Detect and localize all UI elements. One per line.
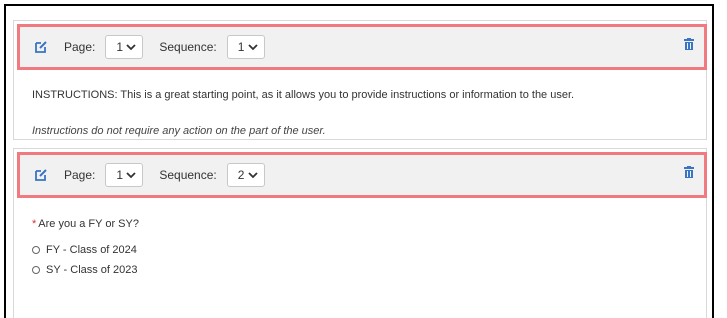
block-toolbar: Page: 1 Sequence: 1	[17, 24, 707, 70]
sequence-select-value: 1	[237, 40, 245, 54]
form-block-question: Page: 1 Sequence: 2 * Are you a FY or SY…	[13, 148, 707, 318]
chevron-down-icon	[248, 43, 258, 51]
page-select-value: 1	[116, 168, 124, 182]
sequence-select-value: 2	[237, 168, 245, 182]
form-builder-frame: Page: 1 Sequence: 1 INSTRUCTIONS: This i…	[4, 4, 714, 318]
edit-icon[interactable]	[34, 40, 48, 54]
chevron-down-icon	[248, 171, 258, 179]
radio-option-fy[interactable]: FY - Class of 2024	[32, 244, 137, 256]
page-select[interactable]: 1	[105, 35, 144, 59]
sequence-select[interactable]: 1	[226, 35, 265, 59]
form-block-instructions: Page: 1 Sequence: 1 INSTRUCTIONS: This i…	[13, 20, 707, 140]
sequence-label: Sequence:	[159, 40, 217, 54]
trash-icon[interactable]	[684, 166, 694, 178]
radio-option-label: FY - Class of 2024	[46, 244, 137, 256]
page-select[interactable]: 1	[105, 163, 144, 187]
page-label: Page:	[64, 168, 96, 182]
required-marker: *	[32, 218, 37, 230]
page-select-value: 1	[116, 40, 124, 54]
chevron-down-icon	[126, 171, 136, 179]
trash-icon[interactable]	[684, 38, 694, 50]
radio-option-label: SY - Class of 2023	[46, 264, 138, 276]
instruction-text: INSTRUCTIONS: This is a great starting p…	[32, 89, 575, 101]
sequence-label: Sequence:	[159, 168, 217, 182]
radio-button[interactable]	[32, 246, 40, 254]
chevron-down-icon	[126, 43, 136, 51]
question-text: Are you a FY or SY?	[38, 218, 139, 230]
question-label: * Are you a FY or SY?	[32, 218, 139, 230]
radio-button[interactable]	[32, 266, 40, 274]
instruction-note: Instructions do not require any action o…	[32, 125, 326, 137]
block-toolbar: Page: 1 Sequence: 2	[17, 152, 707, 198]
radio-option-sy[interactable]: SY - Class of 2023	[32, 264, 138, 276]
edit-icon[interactable]	[34, 168, 48, 182]
page-label: Page:	[64, 40, 96, 54]
sequence-select[interactable]: 2	[226, 163, 265, 187]
